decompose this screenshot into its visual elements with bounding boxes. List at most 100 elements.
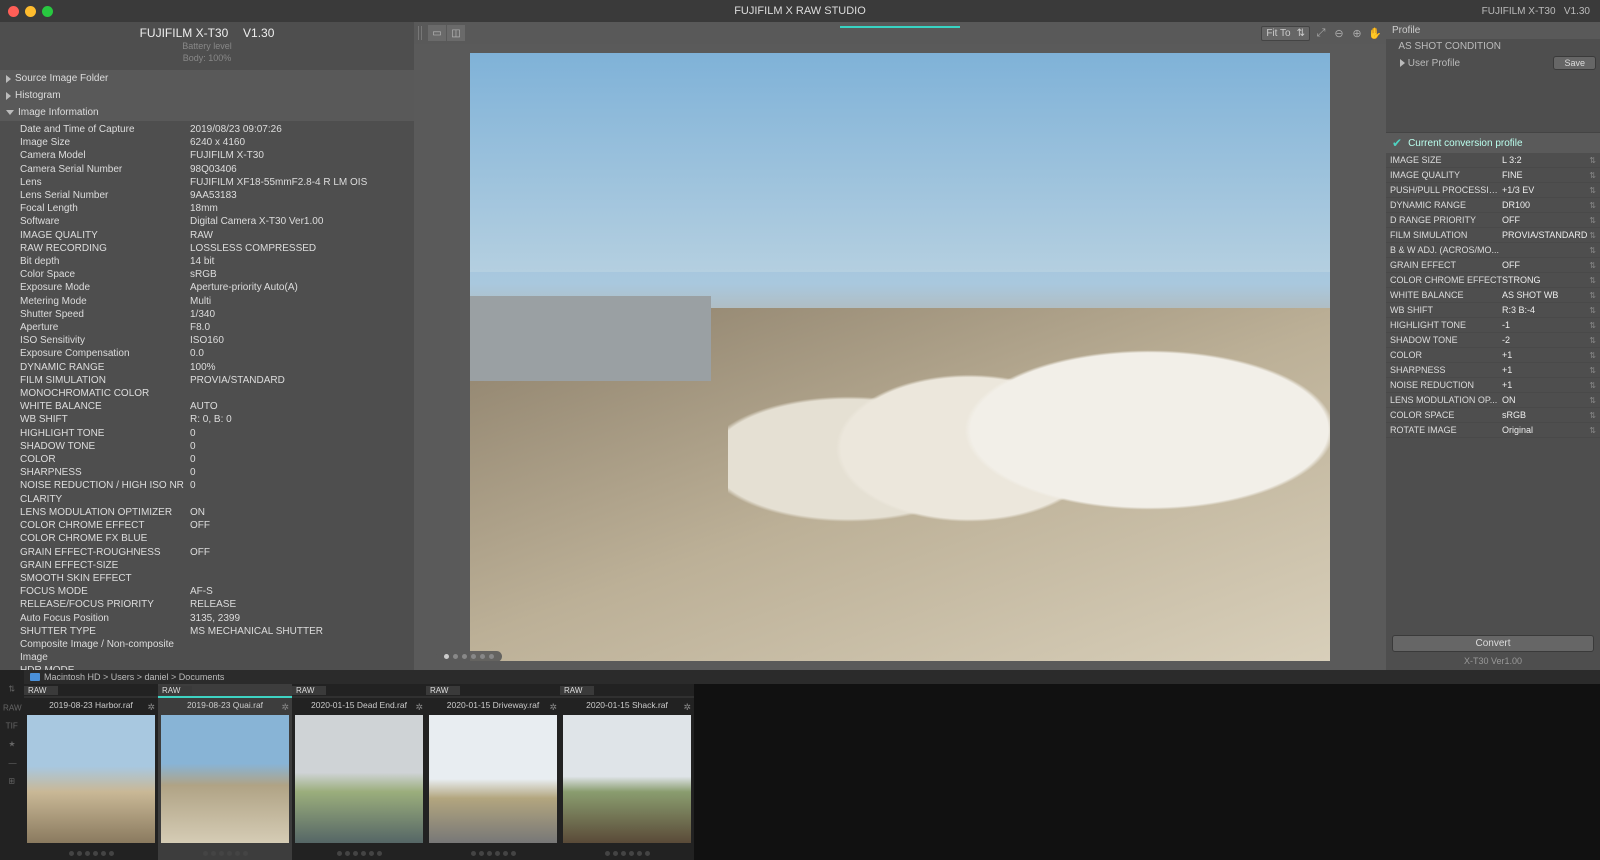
maximize-icon[interactable]: [42, 6, 53, 17]
profile-header: Profile: [1386, 22, 1600, 39]
setting-row[interactable]: FILM SIMULATIONPROVIA/STANDARD⇅: [1386, 228, 1600, 243]
setting-row[interactable]: DYNAMIC RANGEDR100⇅: [1386, 198, 1600, 213]
convert-button[interactable]: Convert: [1392, 635, 1594, 652]
section-histogram[interactable]: Histogram: [0, 87, 414, 104]
info-row: CLARITY: [20, 493, 408, 506]
info-value: 0: [190, 479, 408, 492]
setting-row[interactable]: HIGHLIGHT TONE-1⇅: [1386, 318, 1600, 333]
info-row: RAW RECORDINGLOSSLESS COMPRESSED: [20, 242, 408, 255]
check-icon: ✔: [1392, 136, 1402, 150]
chevron-updown-icon: ⇅: [1589, 351, 1596, 360]
user-profile-label: User Profile: [1408, 58, 1460, 69]
gear-icon[interactable]: ✲: [147, 700, 155, 714]
thumbnail[interactable]: RAW2019-08-23 Quai.raf✲: [158, 684, 292, 860]
device-version: V1.30: [243, 26, 274, 40]
zoom-strip-icon[interactable]: ⊞: [9, 777, 16, 787]
info-key: Image Size: [20, 136, 190, 149]
setting-key: ROTATE IMAGE: [1390, 425, 1502, 435]
info-row: COLOR0: [20, 453, 408, 466]
setting-row[interactable]: LENS MODULATION OP...ON⇅: [1386, 393, 1600, 408]
divider-icon: —: [8, 759, 16, 768]
chevron-right-icon: [1400, 59, 1405, 67]
user-profile-row[interactable]: User Profile Save: [1386, 54, 1600, 72]
setting-row[interactable]: WHITE BALANCEAS SHOT WB⇅: [1386, 288, 1600, 303]
single-view-button[interactable]: ▭: [428, 25, 446, 41]
thumb-rating[interactable]: [158, 846, 292, 860]
save-button[interactable]: Save: [1553, 56, 1596, 70]
thumb-rating[interactable]: [426, 846, 560, 860]
fit-select[interactable]: Fit To ⇅: [1261, 26, 1310, 41]
minimize-icon[interactable]: [25, 6, 36, 17]
info-value: [190, 532, 408, 545]
close-icon[interactable]: [8, 6, 19, 17]
setting-row[interactable]: GRAIN EFFECTOFF⇅: [1386, 258, 1600, 273]
window-title: FUJIFILM X RAW STUDIO: [734, 5, 866, 17]
info-key: RELEASE/FOCUS PRIORITY: [20, 598, 190, 611]
section-source-folder[interactable]: Source Image Folder: [0, 70, 414, 87]
setting-row[interactable]: WB SHIFTR:3 B:-4⇅: [1386, 303, 1600, 318]
thumb-badge: RAW: [24, 684, 158, 696]
info-value: AUTO: [190, 400, 408, 413]
chevron-right-icon: [6, 75, 11, 83]
chevron-updown-icon: ⇅: [1589, 276, 1596, 285]
conversion-profile-label: Current conversion profile: [1408, 138, 1523, 149]
rating-filter-icon[interactable]: ★: [8, 740, 15, 750]
setting-row[interactable]: COLOR CHROME EFFECTSTRONG⇅: [1386, 273, 1600, 288]
setting-row[interactable]: D RANGE PRIORITYOFF⇅: [1386, 213, 1600, 228]
setting-row[interactable]: NOISE REDUCTION+1⇅: [1386, 378, 1600, 393]
setting-row[interactable]: COLOR+1⇅: [1386, 348, 1600, 363]
info-row: Metering ModeMulti: [20, 295, 408, 308]
info-value: FUJIFILM XF18-55mmF2.8-4 R LM OIS: [190, 176, 408, 189]
info-value: sRGB: [190, 268, 408, 281]
thumbnail[interactable]: RAW2020-01-15 Driveway.raf✲: [426, 684, 560, 860]
sort-icon[interactable]: ⇅: [9, 685, 16, 695]
info-key: WHITE BALANCE: [20, 400, 190, 413]
thumb-rating[interactable]: [24, 846, 158, 860]
dot[interactable]: [444, 654, 449, 659]
setting-row[interactable]: B & W ADJ. (ACROS/MO...⇅: [1386, 243, 1600, 258]
gear-icon[interactable]: ✲: [683, 700, 691, 714]
setting-row[interactable]: ROTATE IMAGEOriginal⇅: [1386, 423, 1600, 438]
breadcrumb-path: Macintosh HD > Users > daniel > Document…: [44, 672, 224, 682]
rating-dots[interactable]: [436, 651, 502, 662]
conversion-settings: IMAGE SIZEL 3:2⇅IMAGE QUALITYFINE⇅PUSH/P…: [1386, 153, 1600, 631]
as-shot-row[interactable]: AS SHOT CONDITION: [1386, 39, 1600, 54]
zoom-out-icon[interactable]: ⊖: [1332, 26, 1346, 40]
section-label: Image Information: [18, 107, 99, 118]
info-key: Color Space: [20, 268, 190, 281]
setting-row[interactable]: COLOR SPACEsRGB⇅: [1386, 408, 1600, 423]
setting-row[interactable]: SHARPNESS+1⇅: [1386, 363, 1600, 378]
info-key: RAW RECORDING: [20, 242, 190, 255]
setting-row[interactable]: PUSH/PULL PROCESSING+1/3 EV⇅: [1386, 183, 1600, 198]
setting-value: -2: [1502, 335, 1589, 345]
fullscreen-icon[interactable]: ⤢: [1314, 26, 1328, 40]
setting-row[interactable]: SHADOW TONE-2⇅: [1386, 333, 1600, 348]
filter-raw-icon[interactable]: RAW: [3, 704, 22, 713]
traffic-lights[interactable]: [0, 6, 53, 17]
thumbnail[interactable]: RAW2020-01-15 Dead End.raf✲: [292, 684, 426, 860]
setting-row[interactable]: IMAGE SIZEL 3:2⇅: [1386, 153, 1600, 168]
filter-tif-icon[interactable]: TIF: [6, 722, 18, 731]
battery-label: Battery level: [0, 40, 414, 52]
image-viewport[interactable]: [414, 44, 1386, 670]
gear-icon[interactable]: ✲: [549, 700, 557, 714]
section-image-info[interactable]: Image Information: [0, 104, 414, 121]
conversion-profile-header[interactable]: ✔ Current conversion profile: [1386, 132, 1600, 153]
setting-row[interactable]: IMAGE QUALITYFINE⇅: [1386, 168, 1600, 183]
gear-icon[interactable]: ✲: [281, 700, 289, 714]
thumbnail[interactable]: RAW2019-08-23 Harbor.raf✲: [24, 684, 158, 860]
thumb-rating[interactable]: [560, 846, 694, 860]
info-row: NOISE REDUCTION / HIGH ISO NR0: [20, 479, 408, 492]
info-value: RAW: [190, 229, 408, 242]
info-row: WHITE BALANCEAUTO: [20, 400, 408, 413]
compare-view-button[interactable]: ◫: [447, 25, 465, 41]
hand-icon[interactable]: ✋: [1368, 26, 1382, 40]
breadcrumb[interactable]: Macintosh HD > Users > daniel > Document…: [24, 670, 1600, 684]
info-key: LENS MODULATION OPTIMIZER: [20, 506, 190, 519]
chevron-down-icon: [6, 110, 14, 115]
grip-icon[interactable]: [418, 26, 424, 40]
thumbnail[interactable]: RAW2020-01-15 Shack.raf✲: [560, 684, 694, 860]
gear-icon[interactable]: ✲: [415, 700, 423, 714]
thumb-rating[interactable]: [292, 846, 426, 860]
zoom-in-icon[interactable]: ⊕: [1350, 26, 1364, 40]
